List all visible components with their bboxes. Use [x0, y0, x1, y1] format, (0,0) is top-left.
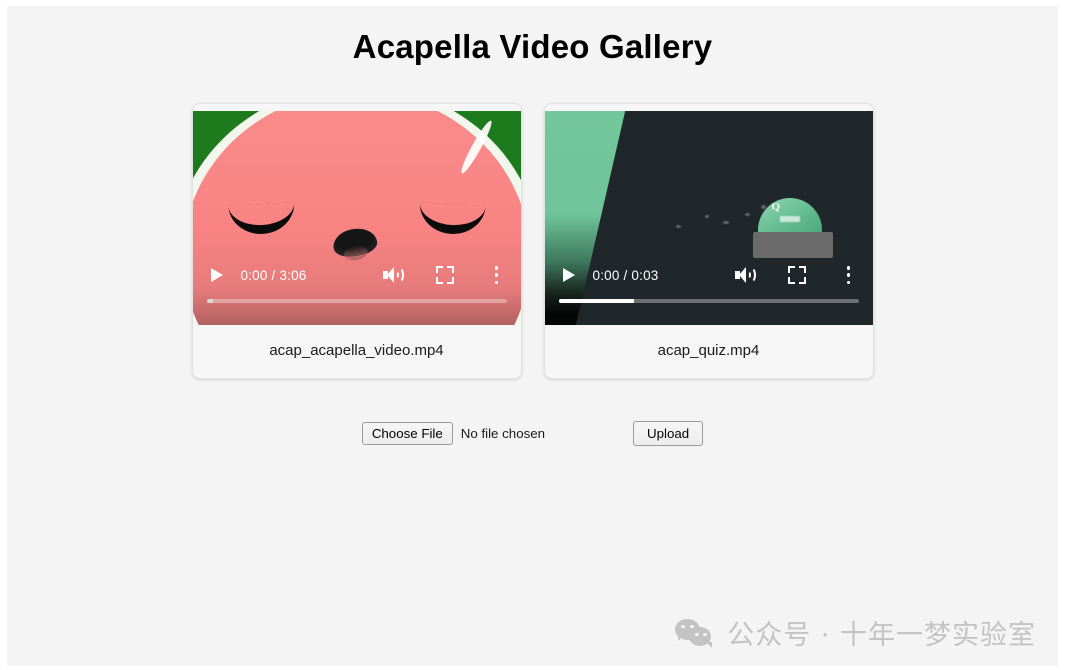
dust-particle [675, 225, 681, 228]
watermark-text: 公众号 · 十年一梦实验室 [727, 620, 1036, 651]
play-icon[interactable] [203, 261, 231, 289]
video-card[interactable]: Q 0:00 / 0:03 acap_quiz.mp4 [543, 103, 874, 379]
video-player[interactable]: Q 0:00 / 0:03 [544, 111, 873, 325]
watermark: 公众号 · 十年一梦实验室 [675, 613, 1036, 652]
upload-controls: Choose File No file chosen Upload [7, 421, 1058, 446]
volume-icon[interactable] [731, 261, 759, 289]
more-options-icon[interactable] [483, 261, 511, 289]
dust-particle [704, 215, 709, 218]
fullscreen-icon[interactable] [431, 261, 459, 289]
volume-icon[interactable] [379, 261, 407, 289]
choose-file-button[interactable]: Choose File [361, 422, 453, 445]
player-controls: 0:00 / 0:03 [545, 255, 873, 325]
player-controls: 0:00 / 3:06 [193, 255, 521, 325]
file-input[interactable]: Choose File No file chosen [361, 422, 546, 445]
more-options-icon[interactable] [835, 261, 863, 289]
quiz-character-dome: Q [757, 198, 822, 232]
video-card[interactable]: 0:00 / 3:06 acap_acapella_video.mp4 [191, 103, 522, 379]
progress-bar[interactable] [558, 299, 859, 303]
upload-button[interactable]: Upload [633, 421, 704, 446]
progress-bar[interactable] [206, 299, 507, 303]
video-player[interactable]: 0:00 / 3:06 [192, 111, 521, 325]
file-status-text: No file chosen [460, 426, 546, 441]
app-page: Acapella Video Gallery 0:00 / 3:06 acap_… [7, 6, 1058, 666]
video-gallery: 0:00 / 3:06 acap_acapella_video.mp4 Q 0:… [7, 103, 1058, 379]
progress-buffer [206, 299, 213, 303]
play-icon[interactable] [555, 261, 583, 289]
time-display: 0:00 / 0:03 [592, 267, 659, 283]
wechat-icon [675, 618, 715, 648]
page-title: Acapella Video Gallery [352, 28, 713, 65]
video-filename: acap_acapella_video.mp4 [192, 325, 521, 378]
dust-particle [744, 213, 750, 216]
quiz-dome-subtext [779, 216, 800, 222]
fullscreen-icon[interactable] [783, 261, 811, 289]
time-display: 0:00 / 3:06 [240, 267, 307, 283]
quiz-dome-letter: Q [771, 201, 781, 213]
dust-particle [722, 221, 729, 224]
progress-buffer [558, 299, 634, 303]
video-filename: acap_quiz.mp4 [544, 325, 873, 378]
